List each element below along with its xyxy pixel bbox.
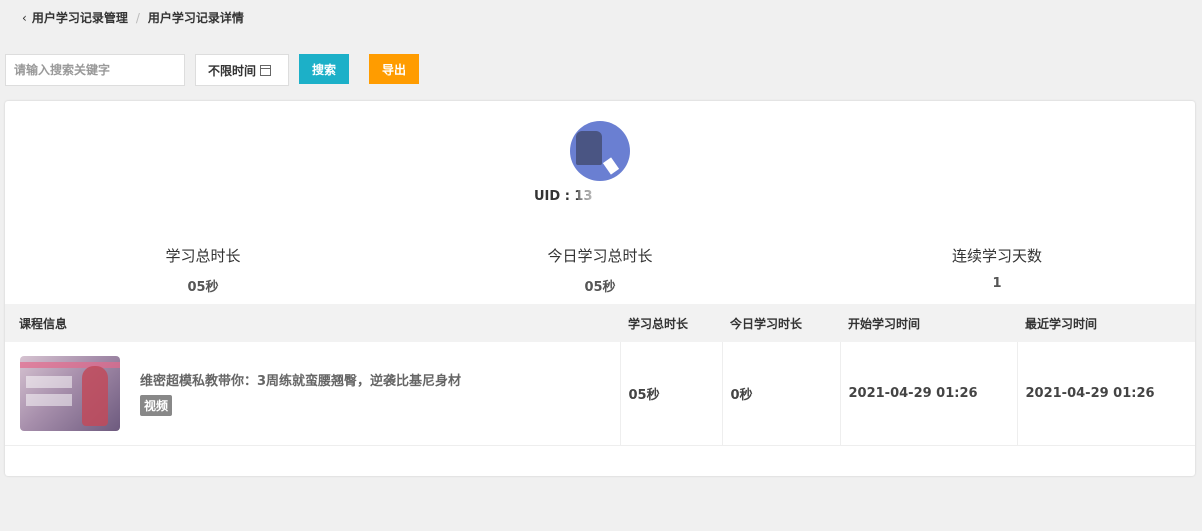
export-button[interactable]: 导出 (369, 54, 419, 84)
stat-today-duration: 今日学习总时长 05秒 (500, 245, 700, 295)
search-input[interactable] (5, 54, 185, 86)
uid-redaction (578, 187, 668, 205)
table-header-row: 课程信息 学习总时长 今日学习时长 开始学习时间 最近学习时间 (5, 304, 1195, 342)
time-filter-label: 不限时间 (208, 63, 257, 78)
header-today-duration: 今日学习时长 (722, 304, 840, 342)
calendar-icon (260, 64, 272, 76)
table-row: 维密超模私教带你：3周练就蛮腰翘臀，逆袭比基尼身材 视频 05秒 0秒 2021… (5, 342, 1195, 446)
stat-label: 今日学习总时长 (547, 247, 653, 265)
thumbnail-text-block (26, 375, 72, 388)
course-title[interactable]: 维密超模私教带你：3周练就蛮腰翘臀，逆袭比基尼身材 (140, 370, 461, 389)
thumbnail-band (20, 361, 120, 368)
stat-value: 05秒 (584, 280, 616, 295)
stat-streak-days: 连续学习天数 1 (897, 245, 1097, 291)
stat-value: 1 (992, 276, 1002, 291)
cell-latest-time: 2021-04-29 01:26 (1017, 342, 1195, 446)
breadcrumb-parent[interactable]: 用户学习记录管理 (32, 9, 128, 26)
study-record-table: 课程信息 学习总时长 今日学习时长 开始学习时间 最近学习时间 维密超模私教带你… (5, 304, 1195, 446)
course-text: 维密超模私教带你：3周练就蛮腰翘臀，逆袭比基尼身材 视频 (140, 370, 461, 417)
avatar-mark (602, 157, 620, 175)
header-latest-time: 最近学习时间 (1017, 304, 1195, 342)
cell-total-duration: 05秒 (620, 342, 723, 446)
breadcrumb-current: 用户学习记录详情 (147, 11, 244, 25)
breadcrumb-separator: / (135, 10, 140, 25)
avatar-shape (576, 131, 602, 165)
header-total-duration: 学习总时长 (620, 304, 722, 342)
cell-start-time: 2021-04-29 01:26 (840, 342, 1018, 446)
course-type-badge: 视频 (140, 395, 173, 417)
toolbar: 不限时间 搜索 导出 (5, 54, 425, 86)
breadcrumb: ‹ 用户学习记录管理 / 用户学习记录详情 (22, 9, 244, 26)
thumbnail-text-block (26, 393, 72, 406)
cell-today-duration: 0秒 (722, 342, 841, 446)
course-thumbnail[interactable] (20, 355, 120, 431)
header-start-time: 开始学习时间 (840, 304, 1017, 342)
course-info[interactable]: 维密超模私教带你：3周练就蛮腰翘臀，逆袭比基尼身材 视频 (20, 355, 620, 431)
search-button[interactable]: 搜索 (299, 54, 349, 84)
stat-label: 连续学习天数 (951, 247, 1042, 265)
course-cell: 维密超模私教带你：3周练就蛮腰翘臀，逆袭比基尼身材 视频 (5, 342, 621, 446)
stat-total-duration: 学习总时长 05秒 (103, 245, 303, 295)
detail-card: UID : 13 学习总时长 05秒 今日学习总时长 05秒 连续学习天数 1 … (5, 101, 1195, 476)
stat-label: 学习总时长 (165, 247, 241, 265)
header-course-info: 课程信息 (5, 304, 620, 342)
time-filter-select[interactable]: 不限时间 (195, 54, 289, 86)
chevron-left-icon[interactable]: ‹ (22, 11, 27, 25)
thumbnail-figure (82, 365, 108, 426)
avatar (570, 121, 630, 181)
stat-value: 05秒 (187, 280, 219, 295)
